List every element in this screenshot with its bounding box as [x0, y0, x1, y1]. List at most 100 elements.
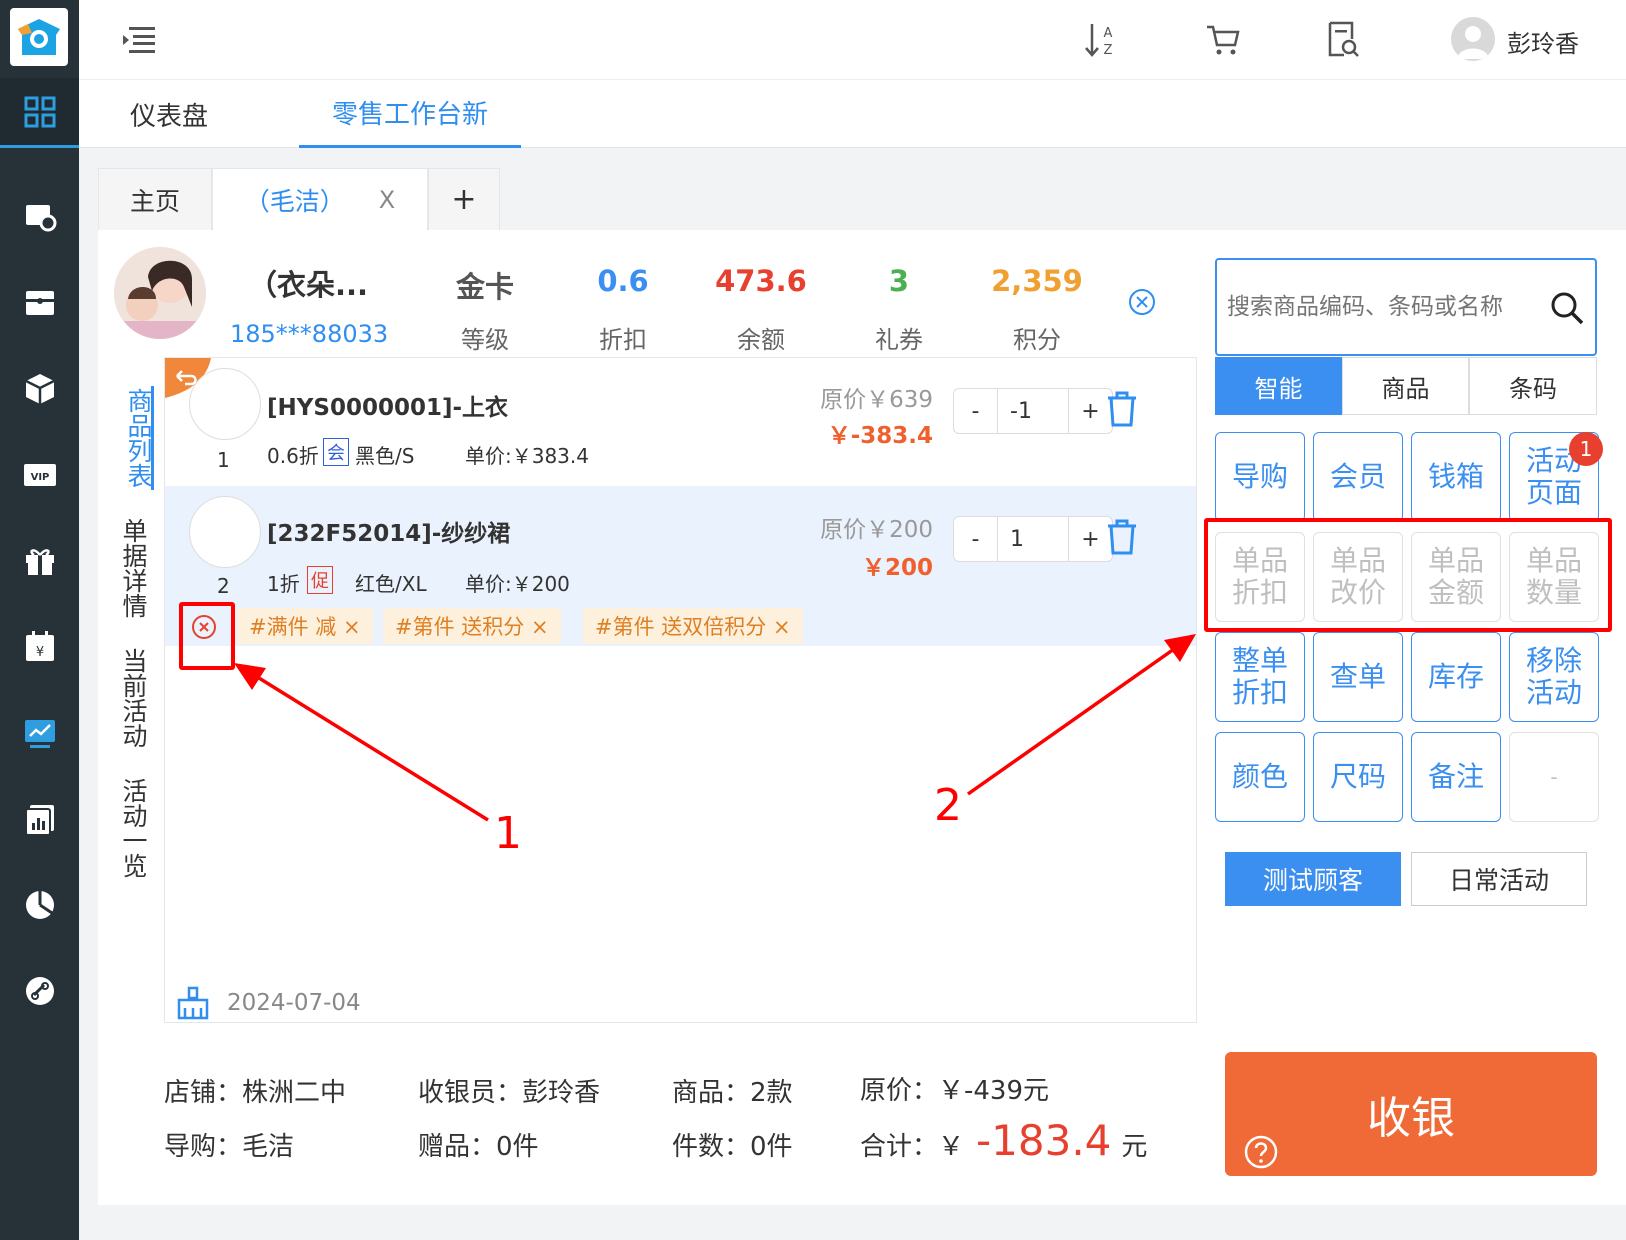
- member-button[interactable]: 会员: [1313, 432, 1403, 522]
- tab-dashboard[interactable]: 仪表盘: [99, 80, 239, 148]
- mode-smart[interactable]: 智能: [1215, 357, 1342, 415]
- sort-az-icon[interactable]: AZ: [1079, 18, 1123, 62]
- stat-discount-label: 折扣: [599, 326, 647, 354]
- search-icon[interactable]: [1549, 290, 1585, 330]
- trend-chart-icon[interactable]: [0, 698, 79, 768]
- stat-level-value: 金卡: [455, 270, 514, 304]
- order-search-icon[interactable]: [1321, 18, 1365, 62]
- remove-activity-button[interactable]: 移除活动: [1509, 632, 1599, 722]
- subtab-guide[interactable]: （毛洁） X: [212, 168, 428, 230]
- quantity-stepper: - -1 +: [953, 388, 1113, 434]
- order-lookup-button[interactable]: 查单: [1313, 632, 1403, 722]
- checkout-button[interactable]: 收银: [1225, 1052, 1597, 1176]
- promo-tag[interactable]: #满件 减 ×: [237, 608, 373, 644]
- guide-button[interactable]: 导购: [1215, 432, 1305, 522]
- clear-broom-icon[interactable]: [175, 986, 211, 1024]
- quantity-field[interactable]: 1: [998, 517, 1068, 561]
- member-avatar: [114, 247, 206, 339]
- cash-drawer-button[interactable]: 钱箱: [1411, 432, 1501, 522]
- item-original-price: 原价￥200: [820, 517, 933, 543]
- member-phone[interactable]: 185***88033: [230, 320, 388, 348]
- annotation-box-2: [1204, 518, 1612, 632]
- user-name[interactable]: 彭玲香: [1507, 24, 1579, 59]
- size-button[interactable]: 尺码: [1313, 732, 1403, 822]
- top-bar: AZ 彭玲香: [79, 0, 1626, 80]
- item-discount: 0.6折: [267, 444, 319, 468]
- item-spec: 红色/XL: [355, 572, 427, 596]
- remove-member-icon[interactable]: [1128, 288, 1156, 320]
- add-tab-icon[interactable]: +: [428, 168, 500, 230]
- product-search: [1215, 258, 1597, 356]
- register-icon[interactable]: [0, 268, 79, 338]
- app-logo[interactable]: [10, 8, 68, 66]
- item-original-price: 原价￥639: [820, 387, 933, 413]
- row-index: 1: [217, 448, 230, 472]
- vtab-activity-overview[interactable]: 活动一览: [110, 776, 148, 880]
- member-name: （衣朵...: [248, 268, 369, 302]
- product-thumbnail: [189, 496, 261, 568]
- footer-total-label: 合计：￥: [860, 1132, 965, 1162]
- mode-product[interactable]: 商品: [1342, 357, 1469, 415]
- stat-coupon-label: 礼券: [875, 326, 923, 354]
- subtab-home[interactable]: 主页: [98, 168, 212, 230]
- test-customer-button[interactable]: 测试顾客: [1225, 852, 1401, 906]
- trash-icon[interactable]: [1105, 518, 1139, 560]
- decrement-button[interactable]: -: [954, 389, 998, 433]
- vtab-order-detail[interactable]: 单据详情: [110, 516, 148, 620]
- item-unit-price: 单价:￥383.4: [465, 444, 589, 468]
- stat-points-label: 积分: [1013, 326, 1061, 354]
- footer-cashier: 收银员：彭玲香: [418, 1078, 601, 1108]
- stat-coupon-value: 3: [888, 264, 910, 298]
- report-icon[interactable]: [0, 784, 79, 854]
- item-discount: 1折: [267, 572, 300, 596]
- color-button[interactable]: 颜色: [1215, 732, 1305, 822]
- help-icon[interactable]: [1243, 1130, 1279, 1181]
- inventory-button[interactable]: 库存: [1411, 632, 1501, 722]
- footer-pieces: 件数：0件: [672, 1132, 793, 1162]
- promo-tag[interactable]: #第件 送积分 ×: [383, 608, 561, 644]
- page-tabs: 仪表盘 零售工作台新: [79, 80, 1626, 148]
- avatar[interactable]: [1451, 17, 1495, 61]
- menu-toggle-icon[interactable]: [117, 18, 161, 62]
- annotation-arrow-1: [234, 663, 489, 822]
- daily-activity-button[interactable]: 日常活动: [1411, 852, 1587, 906]
- product-name: [232F52014]-纱纱裙: [267, 521, 511, 547]
- svg-text:VIP: VIP: [30, 472, 49, 483]
- annotation-label-1: 1: [494, 808, 522, 859]
- box-icon[interactable]: [0, 354, 79, 424]
- footer-goods: 商品：2款: [672, 1078, 793, 1108]
- vtab-goods-list[interactable]: 商品列表: [110, 386, 154, 490]
- order-discount-button[interactable]: 整单折扣: [1215, 632, 1305, 722]
- decrement-button[interactable]: -: [954, 517, 998, 561]
- pos-settings-icon[interactable]: [0, 182, 79, 252]
- close-icon[interactable]: X: [379, 186, 395, 214]
- quantity-field[interactable]: -1: [998, 389, 1068, 433]
- promo-tag[interactable]: #第件 送双倍积分 ×: [583, 608, 803, 644]
- table-row[interactable]: 2 [232F52014]-纱纱裙 1折 促 红色/XL 单价:￥200 原价￥…: [165, 486, 1196, 646]
- cart-icon[interactable]: [1201, 18, 1245, 62]
- subtab-guide-label: （毛洁）: [244, 186, 345, 216]
- vtab-current-activity[interactable]: 当前活动: [110, 646, 148, 750]
- search-input[interactable]: [1227, 284, 1537, 330]
- footer-guide: 导购：毛洁: [164, 1132, 295, 1162]
- link-icon[interactable]: [0, 956, 79, 1026]
- remark-button[interactable]: 备注: [1411, 732, 1501, 822]
- pie-chart-icon[interactable]: [0, 870, 79, 940]
- vip-icon[interactable]: VIP: [0, 440, 79, 510]
- list-date: 2024-07-04: [227, 990, 361, 1016]
- checkout-label: 收银: [1367, 1093, 1455, 1144]
- row-index: 2: [217, 574, 230, 598]
- sidebar: VIP ¥: [0, 0, 79, 1240]
- table-row[interactable]: 1 [HYS0000001]-上衣 0.6折 会 黑色/S 单价:￥383.4 …: [165, 358, 1196, 488]
- gift-icon[interactable]: [0, 526, 79, 596]
- calendar-icon[interactable]: ¥: [0, 612, 79, 682]
- stat-balance-label: 余额: [737, 326, 785, 354]
- footer-original-price: 原价：￥-439元: [860, 1076, 1050, 1106]
- dashboard-icon[interactable]: [0, 78, 79, 148]
- mode-barcode[interactable]: 条码: [1469, 357, 1597, 415]
- tab-retail-workbench[interactable]: 零售工作台新: [299, 80, 521, 148]
- stat-level-label: 等级: [461, 326, 509, 354]
- trash-icon[interactable]: [1105, 390, 1139, 432]
- stat-balance-value: 473.6: [715, 264, 807, 298]
- product-name: [HYS0000001]-上衣: [267, 395, 509, 421]
